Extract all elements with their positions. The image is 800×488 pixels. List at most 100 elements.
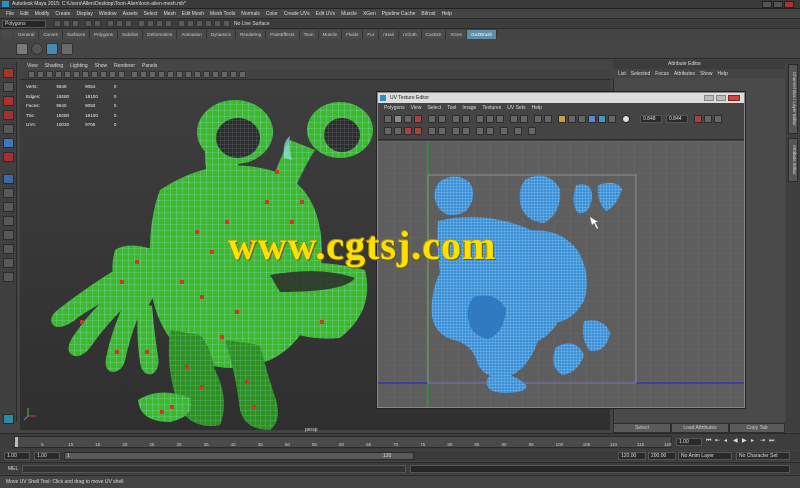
menu-muscle[interactable]: Muscle bbox=[341, 11, 357, 17]
step-back-frame-icon[interactable]: ◂ bbox=[724, 438, 731, 445]
u-value-field[interactable]: 0.848 bbox=[640, 115, 662, 123]
flip-v-icon[interactable] bbox=[438, 115, 446, 123]
menu-file[interactable]: File bbox=[6, 11, 14, 17]
shelf-tab-general[interactable]: General bbox=[14, 30, 40, 39]
end-time-field[interactable]: 200.00 bbox=[648, 452, 676, 460]
alpha-channel-icon[interactable] bbox=[622, 115, 630, 123]
ae-menu-list[interactable]: List bbox=[618, 71, 626, 77]
single-perspective-icon[interactable] bbox=[3, 174, 14, 184]
align-min-u-icon[interactable] bbox=[534, 115, 542, 123]
textured-icon[interactable] bbox=[158, 71, 165, 78]
go-to-end-icon[interactable]: ⏭ bbox=[769, 438, 776, 445]
select-component-icon[interactable] bbox=[125, 20, 132, 27]
select-shell-icon[interactable] bbox=[384, 127, 392, 135]
anim-start-field[interactable]: 1.00 bbox=[34, 452, 60, 460]
history-icon[interactable] bbox=[178, 20, 185, 27]
vp-menu-show[interactable]: Show bbox=[95, 63, 108, 69]
select-camera-icon[interactable] bbox=[28, 71, 35, 78]
vp-menu-lighting[interactable]: Lighting bbox=[70, 63, 88, 69]
paste-uv-icon[interactable] bbox=[704, 115, 712, 123]
play-forwards-icon[interactable]: ▶ bbox=[742, 438, 749, 445]
uv-menu-select[interactable]: Select bbox=[427, 105, 441, 111]
custom-layout-icon[interactable] bbox=[3, 272, 14, 282]
rotate-ccw-icon[interactable] bbox=[452, 115, 460, 123]
render-icon[interactable] bbox=[187, 20, 194, 27]
shadows-icon[interactable] bbox=[176, 71, 183, 78]
grid-toggle-icon[interactable] bbox=[64, 71, 71, 78]
orient-shells-icon[interactable] bbox=[528, 127, 536, 135]
shelf-tab-fur[interactable]: Fur bbox=[363, 30, 380, 39]
load-attributes-button[interactable]: Load Attributes bbox=[671, 423, 729, 433]
menu-assets[interactable]: Assets bbox=[123, 11, 138, 17]
outliner-layout-icon[interactable] bbox=[3, 258, 14, 268]
manipulator-tool-icon[interactable] bbox=[3, 152, 14, 162]
image-plane-icon[interactable] bbox=[55, 71, 62, 78]
v-value-field[interactable]: 0.844 bbox=[666, 115, 688, 123]
save-scene-icon[interactable] bbox=[72, 20, 79, 27]
character-set-dropdown[interactable]: No Character Set bbox=[736, 452, 790, 460]
ae-menu-focus[interactable]: Focus bbox=[655, 71, 669, 77]
menu-bifrost[interactable]: Bifrost bbox=[421, 11, 435, 17]
channel-box-tab[interactable]: Channel Box / Layer Editor bbox=[788, 64, 798, 134]
relax-uv-icon[interactable] bbox=[462, 127, 470, 135]
shelf-tab-muscle[interactable]: Muscle bbox=[318, 30, 343, 39]
uv-snapshot-icon[interactable] bbox=[714, 115, 722, 123]
step-forward-key-icon[interactable]: ⇥ bbox=[760, 438, 767, 445]
play-backwards-icon[interactable]: ◀ bbox=[733, 438, 740, 445]
mel-label[interactable]: MEL bbox=[8, 466, 18, 472]
wireframe-on-shaded-icon[interactable] bbox=[149, 71, 156, 78]
menu-color[interactable]: Color bbox=[266, 11, 278, 17]
xray-icon[interactable] bbox=[194, 71, 201, 78]
scale-tool-icon[interactable] bbox=[3, 138, 14, 148]
uv-menu-help[interactable]: Help bbox=[532, 105, 542, 111]
vp-menu-shading[interactable]: Shading bbox=[45, 63, 63, 69]
shelf-tab-gozbrush[interactable]: GoZBrush bbox=[467, 30, 498, 39]
step-forward-frame-icon[interactable]: ▸ bbox=[751, 438, 758, 445]
select-hierarchy-icon[interactable] bbox=[107, 20, 114, 27]
shelf-tab-xgen[interactable]: XGen bbox=[446, 30, 468, 39]
rotate-cw-icon[interactable] bbox=[462, 115, 470, 123]
film-gate-icon[interactable] bbox=[73, 71, 80, 78]
uv-tweak-tool-icon[interactable] bbox=[414, 115, 422, 123]
shelf-menu-icon[interactable] bbox=[2, 30, 12, 39]
shelf-goz-icon[interactable] bbox=[46, 42, 58, 55]
shrink-selection-icon[interactable] bbox=[404, 127, 412, 135]
hypershade-icon[interactable] bbox=[214, 20, 221, 27]
gate-mask-icon[interactable] bbox=[91, 71, 98, 78]
copy-tab-button[interactable]: Copy Tab bbox=[729, 423, 785, 433]
sew-uv-icon[interactable] bbox=[486, 115, 494, 123]
shelf-tab-dynamics[interactable]: Dynamics bbox=[206, 30, 236, 39]
menu-create-uvs[interactable]: Create UVs bbox=[284, 11, 310, 17]
normalize-uv-icon[interactable] bbox=[438, 127, 446, 135]
attribute-editor-tab[interactable]: Attribute Editor bbox=[788, 138, 798, 182]
flip-u-icon[interactable] bbox=[428, 115, 436, 123]
shelf-tab-subdivs[interactable]: Subdivs bbox=[117, 30, 144, 39]
stack-shells-icon[interactable] bbox=[514, 127, 522, 135]
xray-joints-icon[interactable] bbox=[203, 71, 210, 78]
select-object-icon[interactable] bbox=[116, 20, 123, 27]
snap-point-icon[interactable] bbox=[156, 20, 163, 27]
shelf-tab-polygons[interactable]: Polygons bbox=[90, 30, 118, 39]
ae-menu-show[interactable]: Show bbox=[700, 71, 713, 77]
uv-menu-textures[interactable]: Textures bbox=[482, 105, 501, 111]
character-icon[interactable] bbox=[3, 414, 14, 424]
field-chart-icon[interactable] bbox=[100, 71, 107, 78]
mel-input[interactable] bbox=[22, 465, 406, 473]
uv-minimize-button[interactable] bbox=[704, 95, 714, 101]
menu-edit-uvs[interactable]: Edit UVs bbox=[316, 11, 335, 17]
shelf-tab-curves[interactable]: Curves bbox=[39, 30, 63, 39]
uv-menu-view[interactable]: View bbox=[411, 105, 422, 111]
smooth-shade-icon[interactable] bbox=[140, 71, 147, 78]
vp-menu-panels[interactable]: Panels bbox=[142, 63, 157, 69]
safe-title-icon[interactable] bbox=[118, 71, 125, 78]
menu-mesh[interactable]: Mesh bbox=[164, 11, 176, 17]
anti-aliasing-icon[interactable] bbox=[230, 71, 237, 78]
ssao-icon[interactable] bbox=[212, 71, 219, 78]
depth-of-field-icon[interactable] bbox=[239, 71, 246, 78]
uv-lattice-tool-icon[interactable] bbox=[384, 115, 392, 123]
optimize-uv-icon[interactable] bbox=[476, 127, 484, 135]
grow-selection-icon[interactable] bbox=[394, 127, 402, 135]
magnet-icon[interactable] bbox=[223, 20, 230, 27]
uv-editor-title-bar[interactable]: UV Texture Editor bbox=[378, 93, 744, 103]
snap-grid-icon[interactable] bbox=[138, 20, 145, 27]
